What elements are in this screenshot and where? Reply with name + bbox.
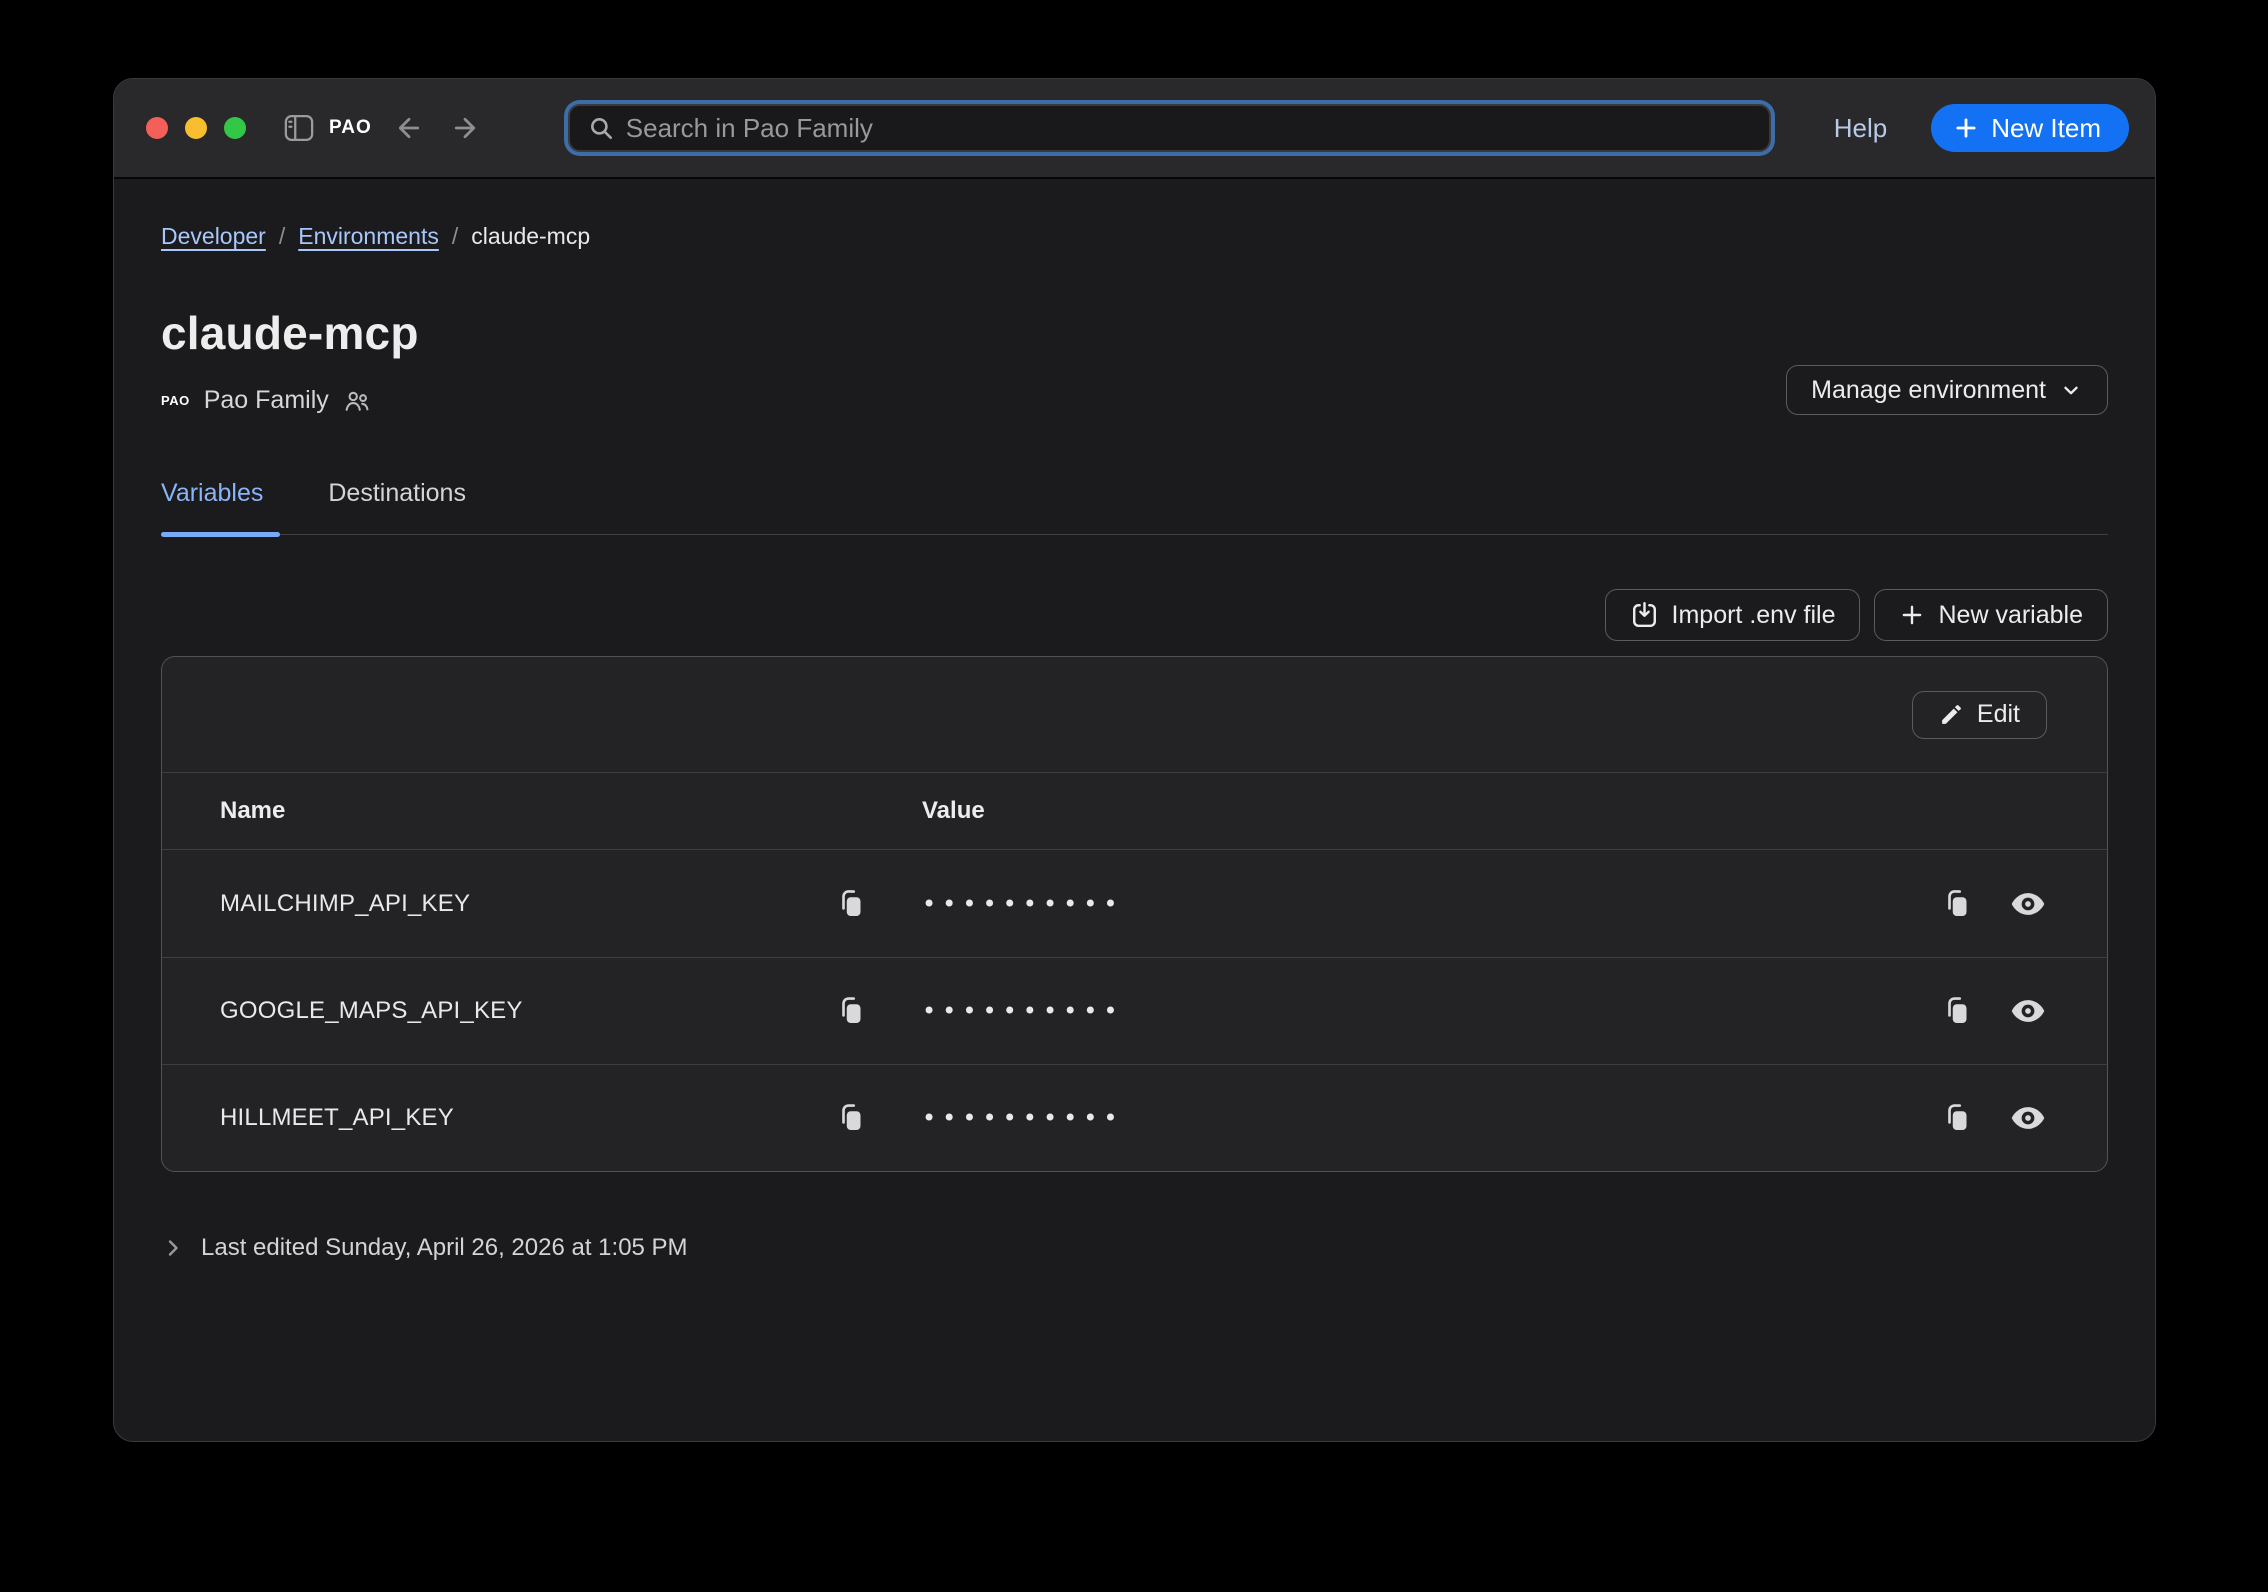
variable-name: MAILCHIMP_API_KEY: [220, 889, 471, 917]
new-variable-label: New variable: [1938, 600, 2083, 629]
card-toolbar: Edit: [162, 657, 2107, 773]
import-env-label: Import .env file: [1671, 600, 1836, 629]
copy-value-button[interactable]: [1943, 1103, 1971, 1133]
page-title: claude-mcp: [161, 307, 419, 359]
copy-name-button[interactable]: [837, 996, 922, 1026]
breadcrumb-separator: /: [451, 223, 459, 249]
variable-name: HILLMEET_API_KEY: [220, 1104, 454, 1131]
new-variable-button[interactable]: New variable: [1874, 589, 2108, 641]
minimize-window-button[interactable]: [185, 117, 207, 139]
copy-name-button[interactable]: [837, 1103, 922, 1133]
masked-value: ••••••••••: [922, 889, 1124, 918]
reveal-value-button[interactable]: [2009, 889, 2047, 919]
table-header: Name Value: [162, 773, 2107, 850]
new-item-button[interactable]: New Item: [1931, 104, 2129, 152]
copy-name-button[interactable]: [837, 889, 922, 919]
table-row: MAILCHIMP_API_KEY ••••••••••: [162, 850, 2107, 957]
close-window-button[interactable]: [146, 117, 168, 139]
last-edited-row: Last edited Sunday, April 26, 2026 at 1:…: [161, 1234, 2108, 1262]
masked-value: ••••••••••: [922, 1104, 1124, 1132]
manage-environment-label: Manage environment: [1811, 375, 2046, 404]
column-header-value: Value: [922, 797, 985, 824]
reveal-value-button[interactable]: [2009, 996, 2047, 1026]
variable-name: GOOGLE_MAPS_API_KEY: [220, 997, 523, 1024]
breadcrumb: Developer / Environments / claude-mcp: [161, 223, 2108, 250]
app-window: PAO Search in Pao Family Help New Item D…: [113, 78, 2156, 1442]
main-content: Developer / Environments / claude-mcp cl…: [114, 223, 2155, 1262]
back-arrow-icon[interactable]: [394, 113, 424, 143]
chevron-right-icon[interactable]: [161, 1236, 185, 1260]
last-edited-text: Last edited Sunday, April 26, 2026 at 1:…: [201, 1234, 688, 1261]
copy-value-button[interactable]: [1943, 996, 1971, 1026]
breadcrumb-current: claude-mcp: [471, 223, 591, 249]
plus-icon: [1899, 602, 1925, 628]
tab-destinations[interactable]: Destinations: [328, 479, 466, 534]
plus-icon: [1953, 115, 1979, 141]
variable-actions: Import .env file New variable: [161, 589, 2108, 641]
new-item-label: New Item: [1991, 112, 2101, 143]
search-placeholder: Search in Pao Family: [625, 112, 873, 143]
people-icon: [343, 388, 371, 414]
search-icon: [588, 115, 614, 141]
breadcrumb-developer[interactable]: Developer: [161, 223, 266, 250]
app-logo: PAO: [329, 117, 372, 138]
table-row: HILLMEET_API_KEY ••••••••••: [162, 1064, 2107, 1171]
traffic-lights: [146, 117, 246, 139]
edit-label: Edit: [1976, 700, 2020, 728]
chevron-down-icon: [2059, 378, 2083, 402]
search-input[interactable]: Search in Pao Family: [567, 104, 1771, 152]
copy-value-button[interactable]: [1943, 889, 1971, 919]
tab-bar: Variables Destinations: [161, 479, 2108, 537]
vault-name: Pao Family: [203, 386, 329, 414]
breadcrumb-separator: /: [278, 223, 286, 249]
vault-meta: PAO Pao Family: [161, 386, 419, 415]
forward-arrow-icon[interactable]: [450, 113, 480, 143]
sidebar-toggle-icon[interactable]: [284, 114, 314, 142]
table-row: GOOGLE_MAPS_API_KEY ••••••••••: [162, 957, 2107, 1064]
variables-card: Edit Name Value MAILCHIMP_API_KEY ••••••…: [161, 656, 2108, 1172]
import-env-button[interactable]: Import .env file: [1604, 589, 1861, 641]
tab-variables[interactable]: Variables: [161, 479, 281, 537]
reveal-value-button[interactable]: [2009, 1103, 2047, 1133]
vault-badge: PAO: [161, 393, 190, 408]
help-link[interactable]: Help: [1834, 113, 1887, 144]
edit-button[interactable]: Edit: [1911, 690, 2047, 739]
breadcrumb-environments[interactable]: Environments: [298, 223, 439, 250]
page-header: claude-mcp PAO Pao Family Manage environ…: [161, 306, 2108, 415]
zoom-window-button[interactable]: [224, 117, 246, 139]
toolbar: PAO Search in Pao Family Help New Item: [114, 79, 2155, 179]
manage-environment-button[interactable]: Manage environment: [1786, 365, 2108, 415]
masked-value: ••••••••••: [922, 997, 1124, 1025]
pencil-icon: [1939, 702, 1964, 727]
column-header-name: Name: [220, 797, 286, 824]
import-download-icon: [1630, 601, 1659, 630]
